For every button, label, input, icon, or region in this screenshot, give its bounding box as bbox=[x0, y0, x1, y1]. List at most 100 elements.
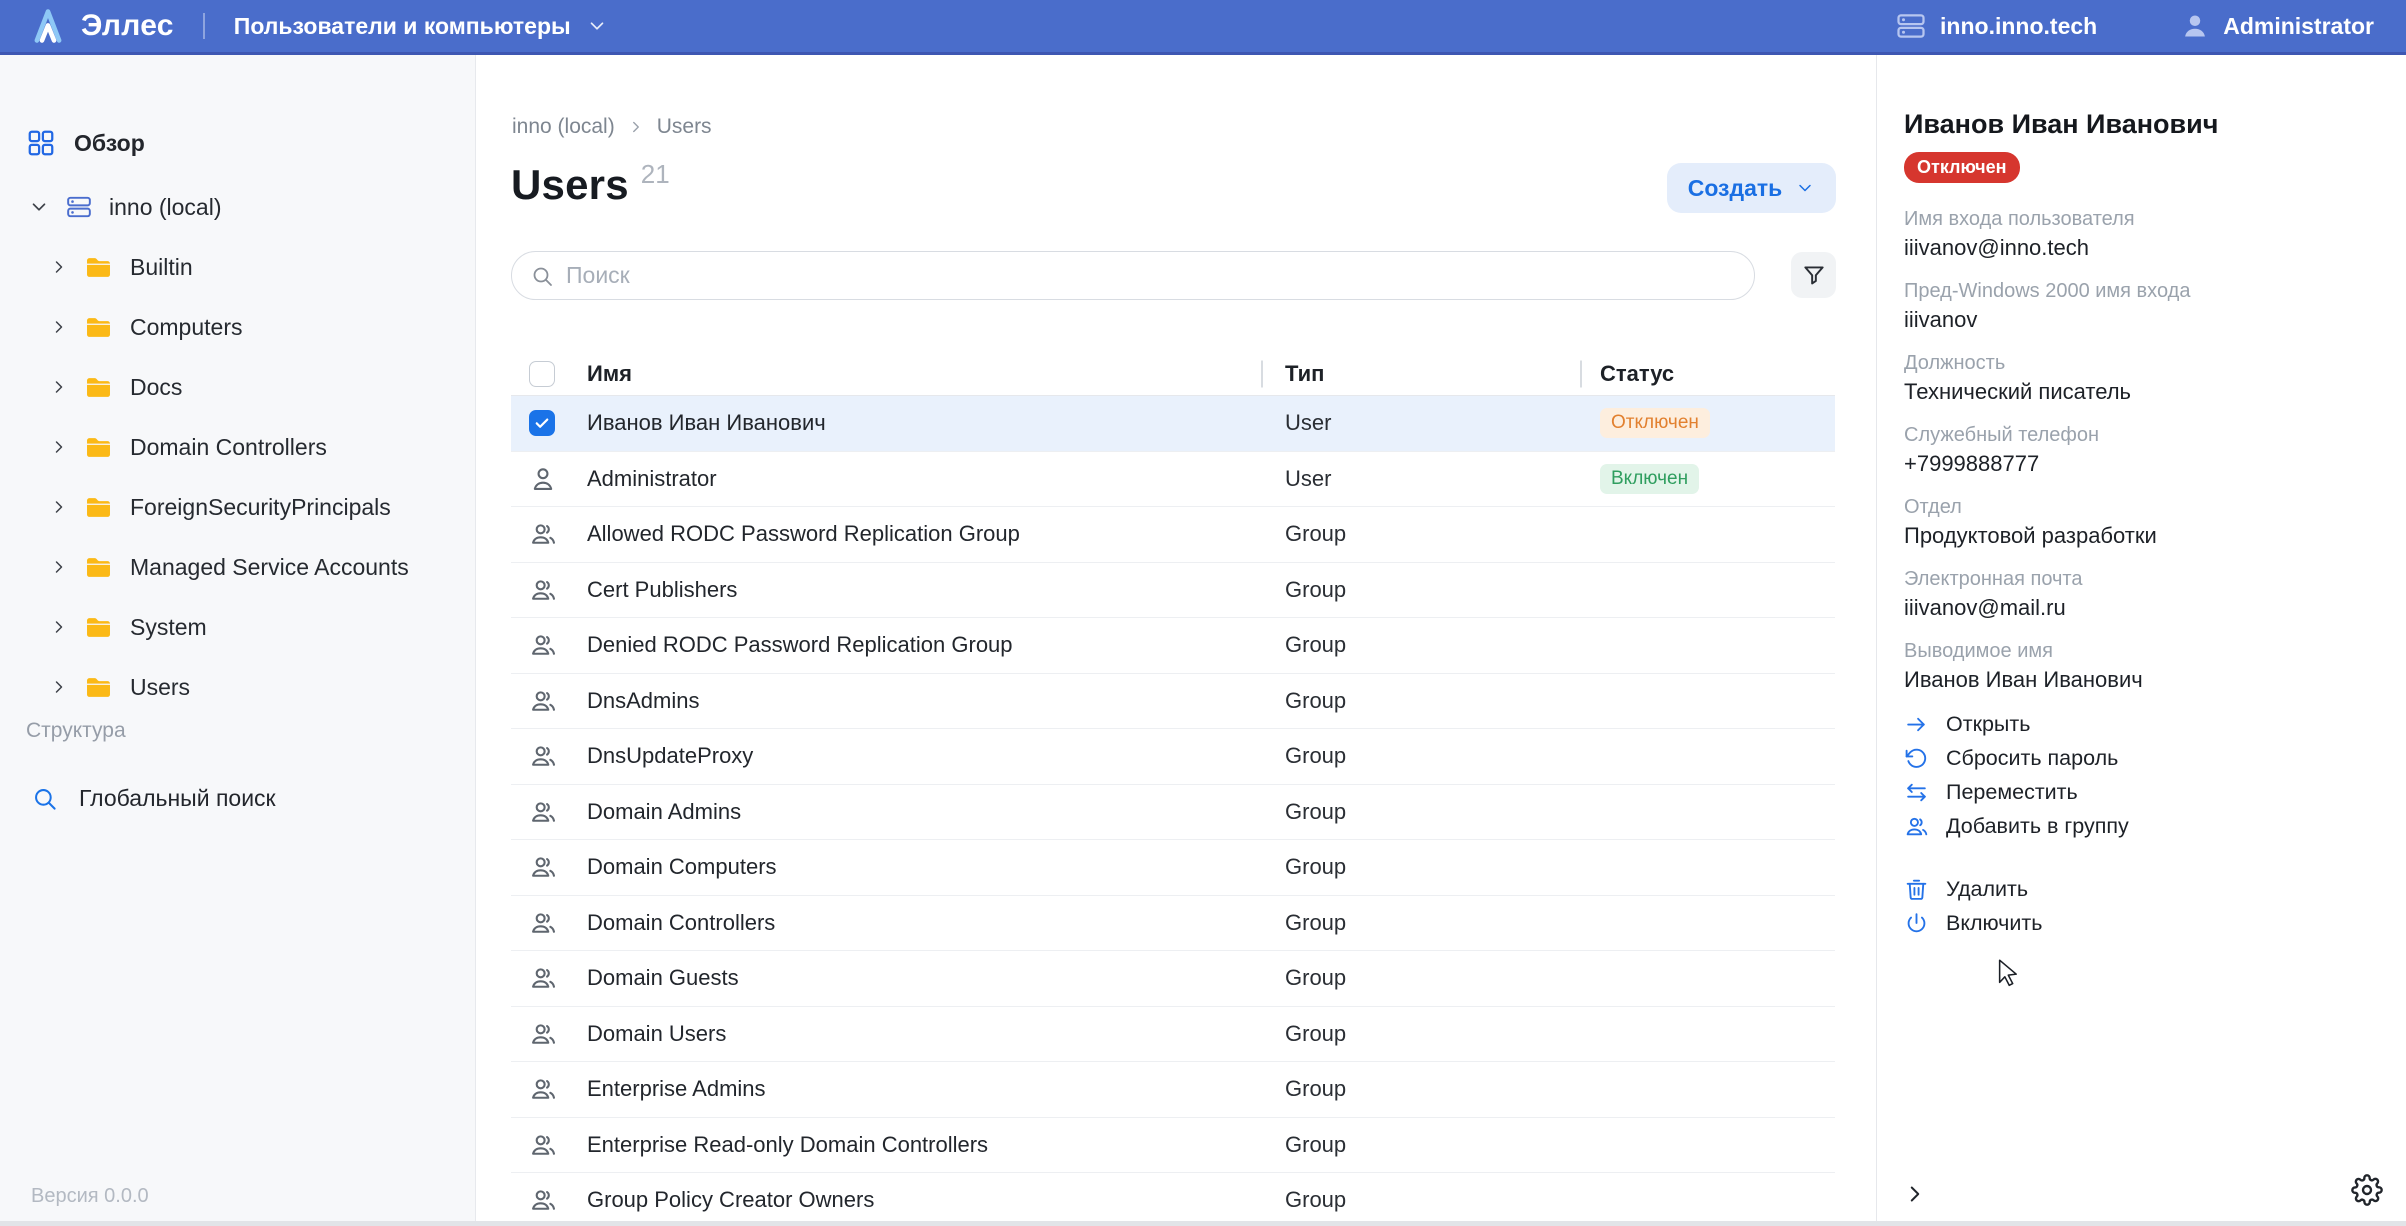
chevron-right-icon[interactable] bbox=[49, 377, 69, 397]
table-row[interactable]: Domain Controllers Group bbox=[511, 896, 1835, 952]
domain-indicator[interactable]: inno.inno.tech bbox=[1896, 11, 2097, 41]
cell-type: Group bbox=[1261, 910, 1580, 936]
chevron-right-icon[interactable] bbox=[49, 497, 69, 517]
global-search-label: Глобальный поиск bbox=[79, 785, 276, 812]
action-link[interactable]: Удалить bbox=[1904, 872, 2390, 906]
chevron-right-icon bbox=[627, 118, 645, 136]
table-row[interactable]: Enterprise Admins Group bbox=[511, 1062, 1835, 1118]
top-bar: Эллес Пользователи и компьютеры inno.inn… bbox=[0, 0, 2406, 55]
action-label: Включить bbox=[1946, 911, 2042, 936]
table-row[interactable]: Denied RODC Password Replication Group G… bbox=[511, 618, 1835, 674]
account-menu[interactable]: Administrator bbox=[2181, 12, 2374, 40]
tree-item-label: Builtin bbox=[130, 254, 193, 281]
field-value: iiivanov bbox=[1904, 305, 2390, 335]
cell-name: Enterprise Read-only Domain Controllers bbox=[569, 1132, 1261, 1158]
cell-name: DnsUpdateProxy bbox=[569, 743, 1261, 769]
chevron-right-icon[interactable] bbox=[49, 317, 69, 337]
folder-icon bbox=[84, 253, 113, 282]
folder-icon bbox=[84, 553, 113, 582]
row-checkbox[interactable] bbox=[529, 410, 555, 436]
cell-name: Cert Publishers bbox=[569, 577, 1261, 603]
cell-type: Group bbox=[1261, 965, 1580, 991]
tree-item[interactable]: Managed Service Accounts bbox=[0, 537, 475, 597]
window-bottom-edge bbox=[0, 1221, 2406, 1226]
group-icon bbox=[529, 520, 557, 548]
action-link[interactable]: Сбросить пароль bbox=[1904, 741, 2390, 775]
field-value: Продуктовой разработки bbox=[1904, 521, 2390, 551]
domain-server-icon bbox=[66, 194, 92, 220]
table-row[interactable]: Domain Computers Group bbox=[511, 840, 1835, 896]
sidebar-item-overview[interactable]: Обзор bbox=[0, 113, 475, 173]
table-row[interactable]: Group Policy Creator Owners Group bbox=[511, 1173, 1835, 1226]
table-body: Иванов Иван Иванович User Отключен Admin… bbox=[511, 396, 1835, 1226]
filter-button[interactable] bbox=[1791, 252, 1836, 298]
tree-item[interactable]: Domain Controllers bbox=[0, 417, 475, 477]
chevron-down-icon[interactable] bbox=[28, 196, 50, 218]
cell-name: Group Policy Creator Owners bbox=[569, 1187, 1261, 1213]
table-row[interactable]: DnsUpdateProxy Group bbox=[511, 729, 1835, 785]
tree-item[interactable]: Computers bbox=[0, 297, 475, 357]
tree-item[interactable]: ForeignSecurityPrincipals bbox=[0, 477, 475, 537]
detail-fields: Имя входа пользователя iiivanov@inno.tec… bbox=[1904, 205, 2390, 709]
cell-type: User bbox=[1261, 410, 1580, 436]
action-link[interactable]: Открыть bbox=[1904, 707, 2390, 741]
column-header-name[interactable]: Имя bbox=[569, 361, 1261, 387]
folder-icon bbox=[84, 673, 113, 702]
server-icon bbox=[1896, 11, 1926, 41]
action-link[interactable]: Включить bbox=[1904, 906, 2390, 940]
settings-button[interactable] bbox=[2350, 1173, 2384, 1207]
select-all-checkbox[interactable] bbox=[529, 361, 555, 387]
table-row[interactable]: Domain Admins Group bbox=[511, 785, 1835, 841]
group-icon bbox=[529, 631, 557, 659]
field-label: Выводимое имя bbox=[1904, 637, 2390, 665]
domain-name: inno.inno.tech bbox=[1940, 13, 2097, 40]
table-row[interactable]: Cert Publishers Group bbox=[511, 563, 1835, 619]
cell-name: Administrator bbox=[569, 466, 1261, 492]
tree-item[interactable]: System bbox=[0, 597, 475, 657]
column-header-type[interactable]: Тип bbox=[1261, 361, 1580, 387]
action-link[interactable]: Добавить в группу bbox=[1904, 809, 2390, 843]
search-input[interactable] bbox=[566, 262, 1736, 289]
chevron-right-icon[interactable] bbox=[49, 557, 69, 577]
sidebar-item-global-search[interactable]: Глобальный поиск bbox=[0, 768, 475, 828]
table-row[interactable]: Allowed RODC Password Replication Group … bbox=[511, 507, 1835, 563]
table-row[interactable]: DnsAdmins Group bbox=[511, 674, 1835, 730]
chevron-right-icon[interactable] bbox=[49, 257, 69, 277]
tree-item[interactable]: Builtin bbox=[0, 237, 475, 297]
chevron-right-icon[interactable] bbox=[49, 677, 69, 697]
cell-type: Group bbox=[1261, 743, 1580, 769]
table-row[interactable]: Domain Guests Group bbox=[511, 951, 1835, 1007]
folder-icon bbox=[84, 433, 113, 462]
table-header: Имя Тип Статус bbox=[511, 352, 1835, 396]
tree-item[interactable]: Users bbox=[0, 657, 475, 717]
action-label: Сбросить пароль bbox=[1946, 746, 2118, 771]
breadcrumb-root[interactable]: inno (local) bbox=[512, 115, 615, 139]
cell-type: Group bbox=[1261, 1132, 1580, 1158]
table-row[interactable]: Enterprise Read-only Domain Controllers … bbox=[511, 1118, 1835, 1174]
cell-name: Domain Controllers bbox=[569, 910, 1261, 936]
create-button[interactable]: Создать bbox=[1667, 163, 1836, 213]
folder-icon bbox=[84, 313, 113, 342]
collapse-panel-button[interactable] bbox=[1900, 1179, 1930, 1209]
tree-item[interactable]: Docs bbox=[0, 357, 475, 417]
column-header-status[interactable]: Статус bbox=[1580, 361, 1835, 387]
action-link[interactable]: Переместить bbox=[1904, 775, 2390, 809]
cell-type: Group bbox=[1261, 1076, 1580, 1102]
tree-root-inno-local[interactable]: inno (local) bbox=[0, 177, 475, 237]
chevron-right-icon[interactable] bbox=[49, 437, 69, 457]
field-label: Имя входа пользователя bbox=[1904, 205, 2390, 233]
chevron-right-icon[interactable] bbox=[49, 617, 69, 637]
cell-type: Group bbox=[1261, 799, 1580, 825]
detail-field: Служебный телефон +7999888777 bbox=[1904, 421, 2390, 479]
grid-icon bbox=[26, 128, 56, 158]
folder-icon bbox=[84, 373, 113, 402]
field-label: Должность bbox=[1904, 349, 2390, 377]
action-icon bbox=[1904, 911, 1929, 936]
table-row[interactable]: Domain Users Group bbox=[511, 1007, 1835, 1063]
group-icon bbox=[529, 909, 557, 937]
table-row[interactable]: Иванов Иван Иванович User Отключен bbox=[511, 396, 1835, 452]
tree-item-label: Docs bbox=[130, 374, 182, 401]
module-dropdown[interactable]: Пользователи и компьютеры bbox=[234, 13, 608, 40]
field-value: iiivanov@mail.ru bbox=[1904, 593, 2390, 623]
table-row[interactable]: Administrator User Включен bbox=[511, 452, 1835, 508]
